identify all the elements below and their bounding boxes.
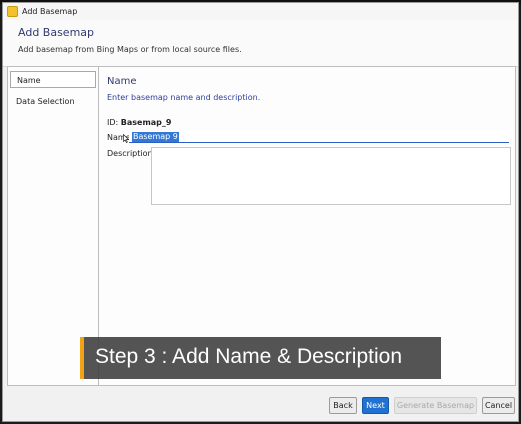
caption-accent-bar [80,337,84,379]
name-field-value: Basemap 9 [132,132,179,142]
basemap-id: ID: Basemap_9 [107,118,171,127]
app-icon [7,6,18,17]
tutorial-caption: Step 3 : Add Name & Description [80,337,441,379]
header-title: Add Basemap [18,26,95,39]
next-button[interactable]: Next [362,397,389,414]
cancel-button[interactable]: Cancel [482,397,515,414]
header-subtitle: Add basemap from Bing Maps or from local… [18,45,242,54]
id-value: Basemap_9 [120,118,172,127]
dialog-header: Add Basemap Add basemap from Bing Maps o… [3,20,518,67]
name-field[interactable]: Basemap 9 [129,131,509,143]
description-field[interactable] [151,147,511,205]
description-label: Description [107,149,153,158]
step-data-selection[interactable]: Data Selection [10,93,96,110]
button-bar: Back Next Generate Basemap Cancel [3,389,518,419]
back-button[interactable]: Back [329,397,357,414]
title-bar: Add Basemap [3,3,518,21]
window-title: Add Basemap [22,7,78,16]
id-label: ID: [107,118,119,127]
section-title: Name [107,76,137,87]
generate-basemap-button[interactable]: Generate Basemap [394,397,477,414]
caption-text: Step 3 : Add Name & Description [95,345,402,368]
section-subtitle: Enter basemap name and description. [107,93,261,102]
step-name[interactable]: Name [10,71,96,88]
mouse-cursor-icon [123,134,129,143]
